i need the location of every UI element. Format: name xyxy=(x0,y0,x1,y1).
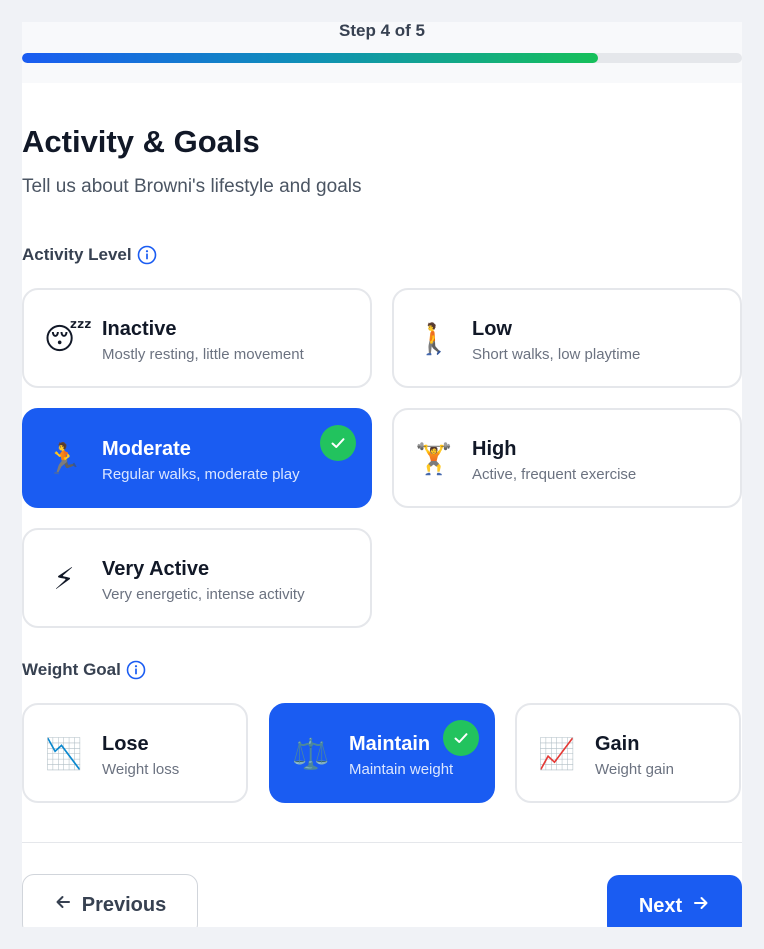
activity-option-title: Moderate xyxy=(102,438,191,460)
goal-option-title: Gain xyxy=(595,733,640,755)
weight-goal-label: Weight Goal xyxy=(22,660,146,680)
activity-option-inactive[interactable]: 😴 Inactive Mostly resting, little moveme… xyxy=(22,288,372,388)
page-title: Activity & Goals xyxy=(22,124,260,159)
progress-bar-fill xyxy=(22,53,598,63)
step-label: Step 4 of 5 xyxy=(339,22,425,40)
chart-decreasing-icon: 📉 xyxy=(45,738,83,771)
activity-option-very-active[interactable]: ⚡ Very Active Very energetic, intense ac… xyxy=(22,528,372,628)
chart-increasing-icon: 📈 xyxy=(538,738,576,771)
activity-option-desc: Short walks, low playtime xyxy=(472,346,641,363)
checkmark-icon xyxy=(320,425,356,461)
next-button[interactable]: Next xyxy=(607,875,742,927)
weight-goal-label-text: Weight Goal xyxy=(22,660,121,679)
step-header: Step 4 of 5 xyxy=(22,22,742,83)
next-button-label: Next xyxy=(638,894,683,917)
arrow-left-icon xyxy=(54,893,72,917)
activity-option-title: Very Active xyxy=(102,558,210,580)
activity-option-moderate[interactable]: 🏃 Moderate Regular walks, moderate play xyxy=(22,408,372,508)
checkmark-icon xyxy=(443,720,479,756)
activity-option-desc: Regular walks, moderate play xyxy=(102,466,300,483)
goal-option-desc: Weight loss xyxy=(102,761,180,778)
goal-option-title: Lose xyxy=(102,733,149,755)
activity-option-high[interactable]: 🏋️ High Active, frequent exercise xyxy=(392,408,742,508)
info-icon[interactable] xyxy=(126,660,146,680)
goal-option-lose[interactable]: 📉 Lose Weight loss xyxy=(22,703,248,803)
activity-option-desc: Active, frequent exercise xyxy=(472,466,637,483)
activity-option-low[interactable]: 🚶 Low Short walks, low playtime xyxy=(392,288,742,388)
activity-option-desc: Mostly resting, little movement xyxy=(102,346,304,363)
footer-divider xyxy=(22,842,742,843)
activity-option-title: High xyxy=(472,438,517,460)
activity-option-title: Low xyxy=(472,318,512,340)
page-subtitle: Tell us about Browni's lifestyle and goa… xyxy=(22,176,362,197)
sleeping-face-icon: 😴 xyxy=(44,323,93,356)
info-icon[interactable] xyxy=(137,245,157,265)
previous-button[interactable]: Previous xyxy=(22,874,198,927)
goal-option-gain[interactable]: 📈 Gain Weight gain xyxy=(515,703,741,803)
activity-option-title: Inactive xyxy=(102,318,177,340)
goal-option-desc: Weight gain xyxy=(595,761,674,778)
activity-option-desc: Very energetic, intense activity xyxy=(102,586,305,603)
running-person-icon: 🏃 xyxy=(45,443,83,476)
activity-level-label: Activity Level xyxy=(22,245,157,265)
progress-bar xyxy=(22,53,742,63)
balance-scale-icon: ⚖️ xyxy=(292,738,330,771)
arrow-right-icon xyxy=(692,894,710,918)
goal-option-desc: Maintain weight xyxy=(349,761,454,778)
onboarding-panel: Step 4 of 5 Activity & Goals Tell us abo… xyxy=(22,22,742,927)
activity-level-label-text: Activity Level xyxy=(22,245,132,264)
weightlifter-icon: 🏋️ xyxy=(415,443,453,476)
goal-option-title: Maintain xyxy=(349,733,431,755)
lightning-icon: ⚡ xyxy=(53,563,75,596)
walking-person-icon: 🚶 xyxy=(415,323,453,356)
previous-button-label: Previous xyxy=(81,893,167,916)
goal-option-maintain[interactable]: ⚖️ Maintain Maintain weight xyxy=(269,703,495,803)
